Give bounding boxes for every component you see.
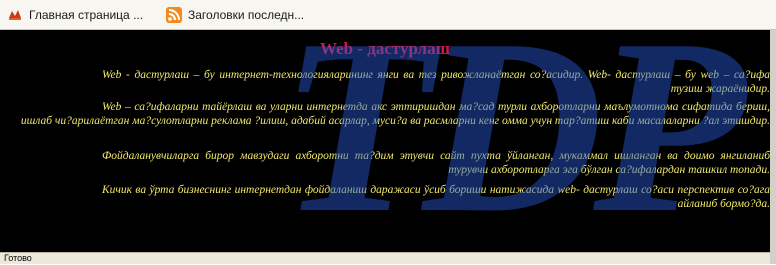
favorite-link-home[interactable]: Главная страница ... [7,6,143,24]
rss-feed-icon [166,7,182,23]
status-bar: Готово [0,252,776,264]
paragraph: Кичик ва ўрта бизнеснинг интернетдан фой… [102,184,770,210]
page-title: Web - дастурлаш [320,39,450,58]
favorite-label: Заголовки последн... [188,8,305,22]
paragraph: Web - дастурлаш – бу интернет-технология… [102,69,770,95]
resize-grip[interactable] [770,252,776,264]
paragraph: Web – са?ифаларни тайёрлаш ва уларни инт… [20,101,770,127]
page-content: Web - дастурлаш Web - дастурлаш – бу инт… [0,30,776,252]
status-text: Готово [4,253,32,263]
favorite-label: Главная страница ... [29,8,144,22]
favorite-link-headlines[interactable]: Заголовки последн... [166,6,304,24]
favorites-bar: Главная страница ... Заголовки последн..… [0,0,776,30]
paragraph: Фойдаланувчиларга бирор мавзудаги ахборо… [102,150,770,176]
ie-page-icon [9,10,21,20]
